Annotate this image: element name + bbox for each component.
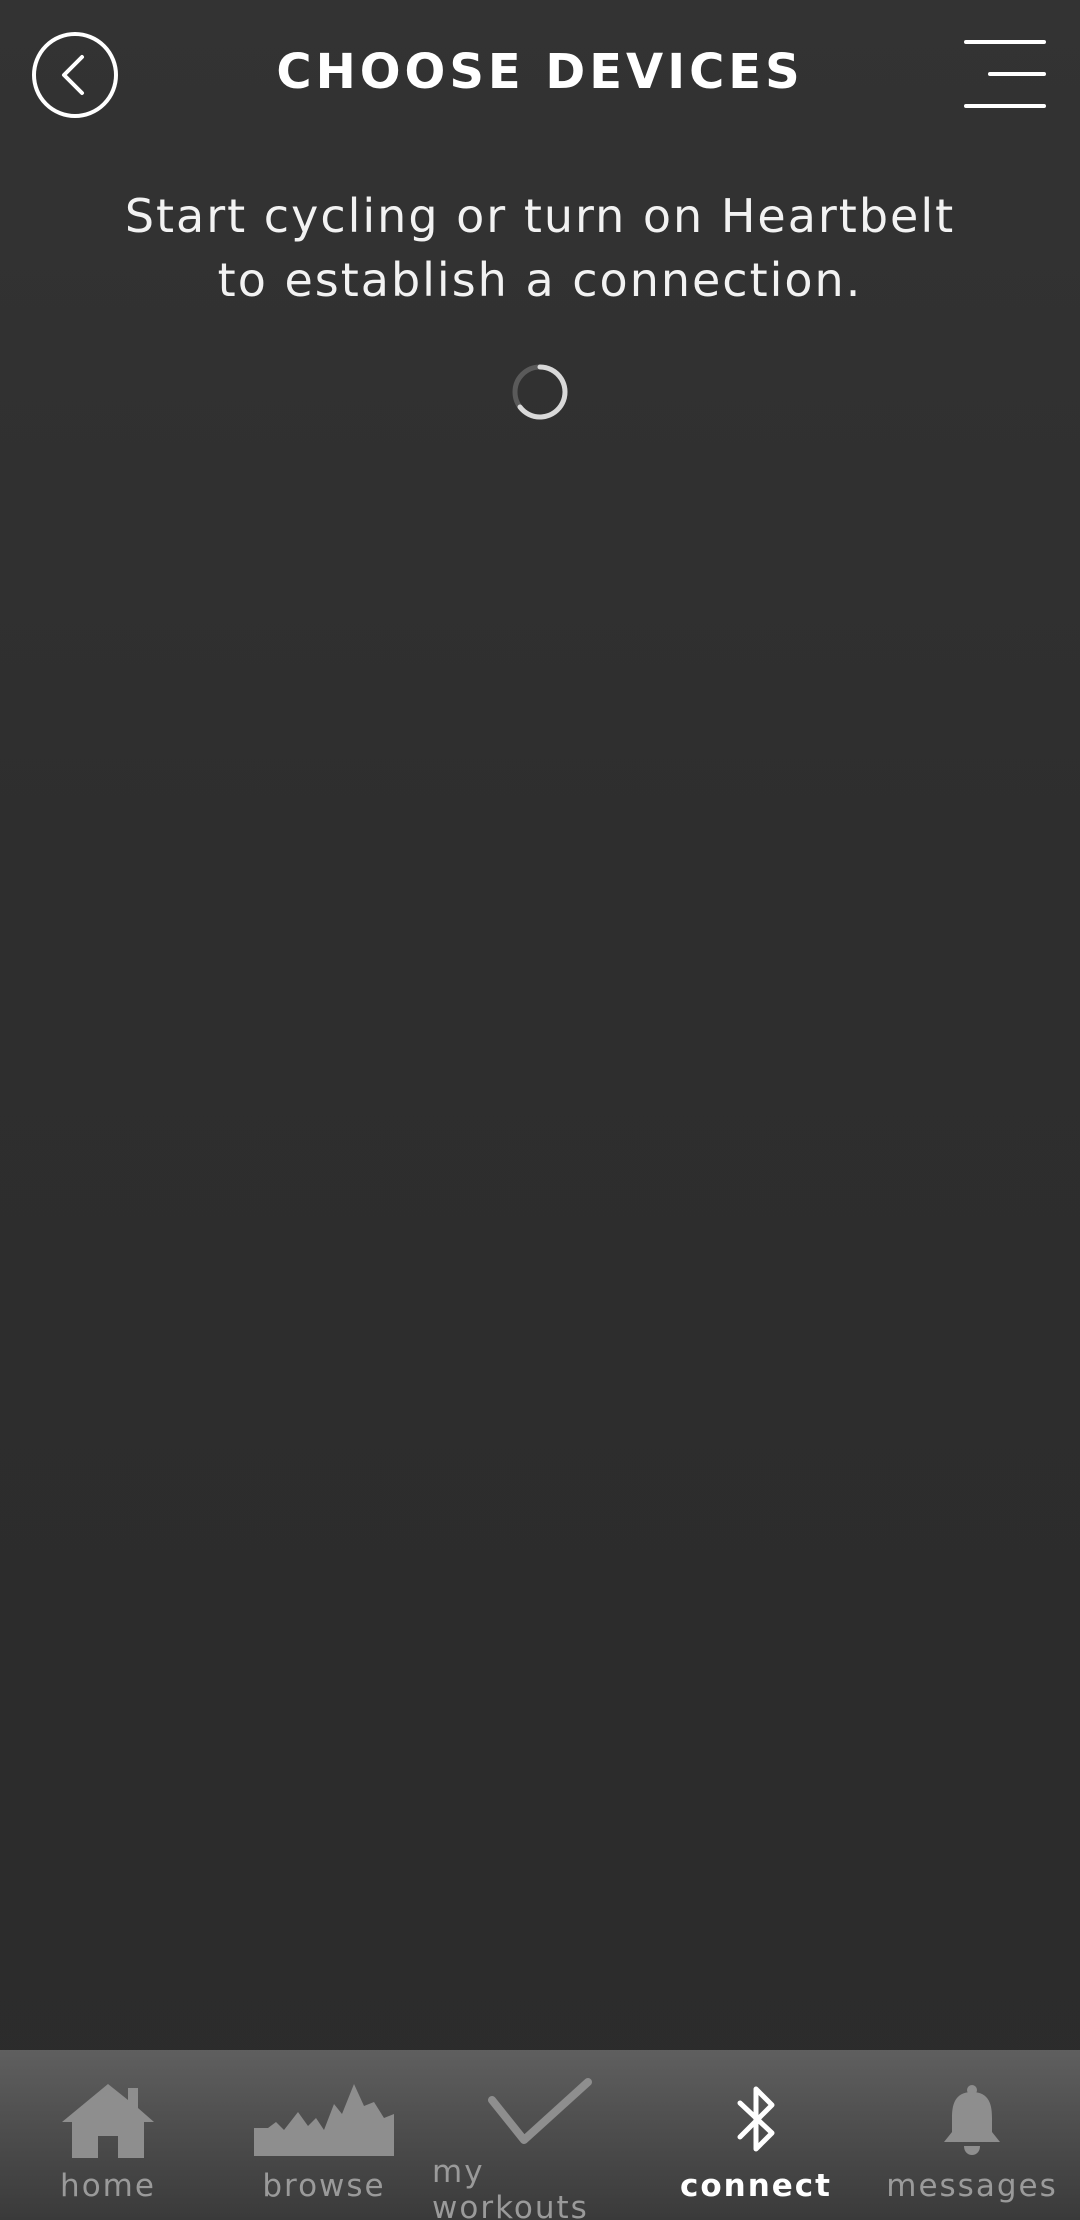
tab-label-home: home	[60, 2168, 156, 2204]
bell-icon	[940, 2078, 1004, 2162]
tab-label-connect: connect	[679, 2168, 833, 2204]
page-title: CHOOSE DEVICES	[276, 44, 804, 100]
instruction-line-2: to establish a connection.	[217, 253, 863, 307]
mountain-profile-icon	[254, 2078, 394, 2162]
loading-spinner	[510, 362, 570, 422]
app-root: CHOOSE DEVICES Start cycling or turn on …	[0, 0, 1080, 2220]
connection-instruction: Start cycling or turn on Heartbelt to es…	[60, 184, 1020, 312]
tab-label-browse: browse	[262, 2168, 386, 2204]
header: CHOOSE DEVICES	[0, 0, 1080, 150]
tab-my-workouts[interactable]: my workouts	[432, 2050, 648, 2220]
bottom-tab-bar: home browse my workouts connect messages	[0, 2050, 1080, 2220]
home-icon	[58, 2078, 158, 2162]
bluetooth-icon	[734, 2078, 778, 2162]
tab-label-messages: messages	[886, 2168, 1058, 2204]
instruction-line-1: Start cycling or turn on Heartbelt	[124, 189, 956, 243]
tab-browse[interactable]: browse	[216, 2050, 432, 2220]
checkmark-icon	[488, 2078, 592, 2148]
loading-spinner-icon	[512, 364, 568, 420]
tab-messages[interactable]: messages	[864, 2050, 1080, 2220]
tab-label-my-workouts: my workouts	[432, 2154, 589, 2220]
menu-button[interactable]	[960, 36, 1050, 116]
tab-connect[interactable]: connect	[648, 2050, 864, 2220]
tab-home[interactable]: home	[0, 2050, 216, 2220]
menu-icon	[964, 40, 1046, 108]
